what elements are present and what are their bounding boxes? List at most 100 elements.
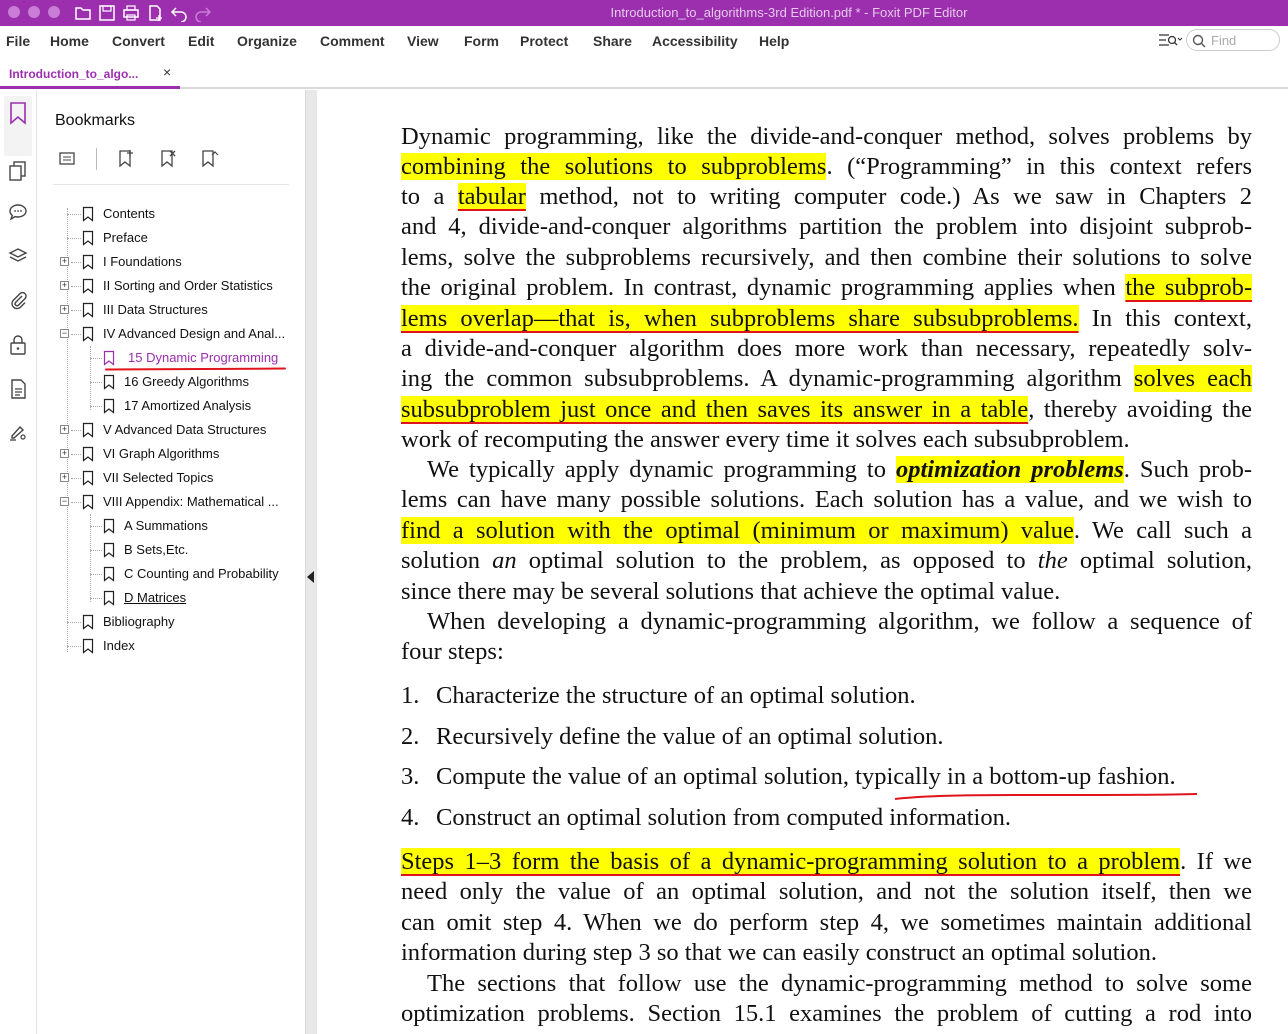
red-annotation-layer [894,793,1198,800]
panel-splitter[interactable] [305,90,317,1034]
find-placeholder: Find [1211,33,1237,48]
window-title: Introduction_to_algorithms-3rd Edition.p… [610,5,968,20]
bookmark-icon [82,614,94,630]
bookmark-label: III Data Structures [103,302,208,317]
bookmark-icon [82,254,94,270]
expand-toggle[interactable]: + [60,305,69,314]
panel-divider [53,184,289,185]
bookmark-item-sets[interactable]: B Sets,Etc. [37,539,305,561]
bookmark-item-data-structures[interactable]: + III Data Structures [37,299,305,321]
menu-bar: File Home Convert Edit Organize Comment … [0,26,1288,56]
find-input[interactable]: Find [1186,29,1280,51]
bookmark-item-appendix[interactable]: − VIII Appendix: Mathematical ... [37,491,305,513]
bookmark-item-advanced-data-structures[interactable]: + V Advanced Data Structures [37,419,305,441]
menu-form[interactable]: Form [464,33,499,49]
expand-toggle[interactable]: + [60,257,69,266]
bookmark-label: 17 Amortized Analysis [124,398,252,413]
bookmark-item-greedy[interactable]: 16 Greedy Algorithms [37,371,305,393]
menu-accessibility[interactable]: Accessibility [652,33,738,49]
bookmark-item-foundations[interactable]: + I Foundations [37,251,305,273]
search-options-icon[interactable] [1157,32,1183,48]
signature-panel-button[interactable] [4,418,32,446]
bookmark-icon [10,102,26,125]
bookmark-options-icon[interactable] [57,148,79,170]
bookmarks-panel-button[interactable] [4,96,32,156]
pen-signature-icon [10,425,26,441]
menu-file[interactable]: File [6,33,30,49]
bookmark-label: I Foundations [103,254,182,269]
menu-organize[interactable]: Organize [237,33,297,49]
layers-panel-button[interactable] [4,242,32,270]
menu-protect[interactable]: Protect [520,33,568,49]
bookmark-icon [82,494,94,510]
menu-convert[interactable]: Convert [112,33,165,49]
bookmark-item-contents[interactable]: Contents [37,203,305,225]
menu-view[interactable]: View [407,33,439,49]
bookmark-item-matrices[interactable]: D Matrices [37,587,305,609]
bookmark-icon [103,590,115,606]
menu-home[interactable]: Home [50,33,89,49]
bookmark-icon [82,230,94,246]
bookmark-icon [82,446,94,462]
bookmark-label: A Summations [124,518,208,533]
paperclip-icon [11,291,27,310]
bookmark-item-dynamic-programming[interactable]: 15 Dynamic Programming [37,347,305,371]
collapse-toggle[interactable]: − [60,497,69,506]
bookmark-icon [103,350,115,366]
expand-toggle[interactable]: + [60,473,69,482]
bookmark-icon [103,398,115,414]
bookmark-label: IV Advanced Design and Anal... [103,326,286,341]
delete-bookmark-icon[interactable] [157,148,179,170]
red-annotation-underline [894,793,1198,800]
menu-comment[interactable]: Comment [320,33,385,49]
document-tab[interactable]: Introduction_to_algo... × [0,60,180,89]
close-tab-button[interactable]: × [163,64,171,80]
expand-toggle[interactable]: + [60,281,69,290]
bookmark-item-index[interactable]: Index [37,635,305,657]
bookmark-item-sorting[interactable]: + II Sorting and Order Statistics [37,275,305,297]
expand-toggle[interactable]: + [60,425,69,434]
bookmark-item-advanced-design[interactable]: − IV Advanced Design and Anal... [37,323,305,345]
expand-bookmark-icon[interactable] [198,148,220,170]
content-panel-button[interactable] [4,374,32,402]
bookmark-item-summations[interactable]: A Summations [37,515,305,537]
bookmark-label: Bibliography [103,614,175,629]
bookmark-item-counting[interactable]: C Counting and Probability [37,563,305,585]
comment-icon [9,204,27,221]
bookmark-label: Index [103,638,135,653]
bookmark-icon [82,470,94,486]
document-icon [11,379,26,399]
bookmarks-panel: Bookmarks Contents Preface + I Foundatio… [37,90,305,1034]
bookmark-label: Contents [103,206,156,221]
bookmark-label: VII Selected Topics [103,470,214,485]
bookmark-icon [103,374,115,390]
pages-panel-button[interactable] [4,156,32,184]
security-panel-button[interactable] [4,330,32,358]
layers-icon [8,248,28,262]
bookmark-label: VI Graph Algorithms [103,446,220,461]
collapse-panel-icon[interactable] [307,571,314,583]
bookmark-label-selected: 15 Dynamic Programming [128,350,279,365]
bookmark-item-preface[interactable]: Preface [37,227,305,249]
document-page[interactable]: Dynamic programming, like the divide-and… [317,90,1288,1034]
menu-edit[interactable]: Edit [188,33,214,49]
search-icon [1192,34,1206,48]
bookmark-label: C Counting and Probability [124,566,279,581]
expand-toggle[interactable]: + [60,449,69,458]
bookmark-icon [82,206,94,222]
bookmark-icon [82,638,94,654]
comments-panel-button[interactable] [4,198,32,226]
active-tab-indicator [0,86,180,89]
attachments-panel-button[interactable] [4,286,32,314]
bookmark-item-graph-algorithms[interactable]: + VI Graph Algorithms [37,443,305,465]
document-tab-bar: Introduction_to_algo... × [0,56,1288,89]
bookmark-item-bibliography[interactable]: Bibliography [37,611,305,633]
bookmark-icon [103,518,115,534]
menu-help[interactable]: Help [759,33,789,49]
collapse-toggle[interactable]: − [60,329,69,338]
pages-icon [9,161,26,181]
menu-share[interactable]: Share [593,33,632,49]
bookmark-item-amortized[interactable]: 17 Amortized Analysis [37,395,305,417]
bookmark-item-selected-topics[interactable]: + VII Selected Topics [37,467,305,489]
add-bookmark-icon[interactable] [115,148,137,170]
